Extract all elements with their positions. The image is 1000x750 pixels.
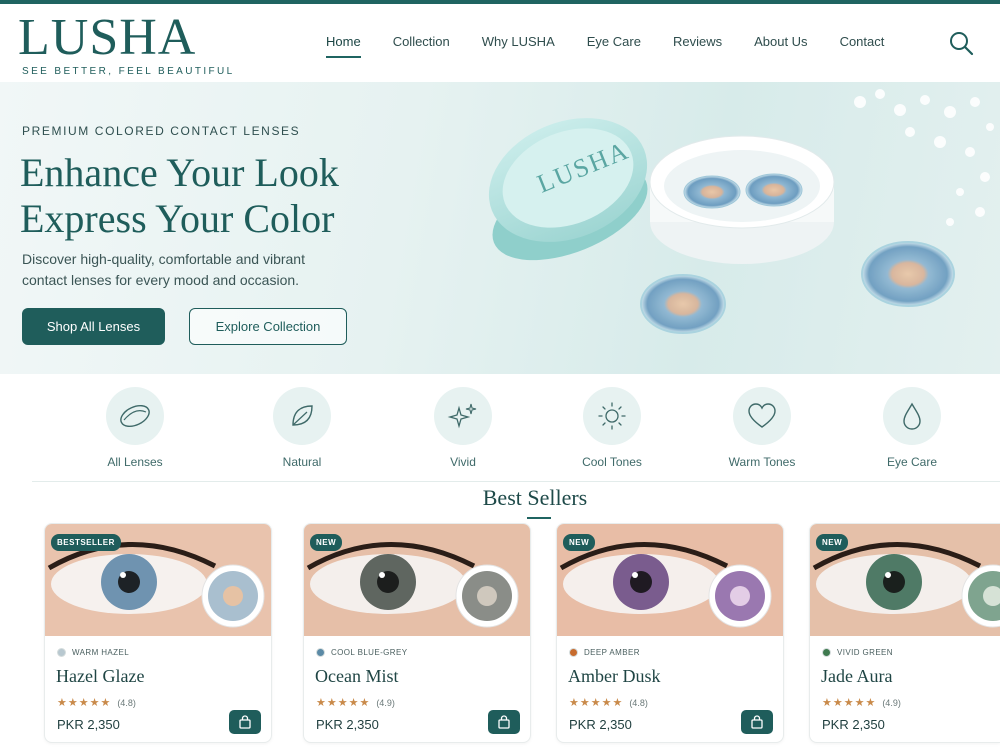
nav-collection[interactable]: Collection <box>377 4 466 82</box>
category-label: Eye Care <box>886 455 938 469</box>
leaf-icon <box>273 387 331 445</box>
explore-collection-button[interactable]: Explore Collection <box>189 308 347 345</box>
title-underline <box>527 517 551 519</box>
nav-reviews[interactable]: Reviews <box>657 4 738 82</box>
nav-about-us[interactable]: About Us <box>738 4 823 82</box>
category-all-lenses[interactable]: All Lenses <box>75 384 195 469</box>
category-label: All Lenses <box>107 455 163 469</box>
brand-name: LUSHA <box>18 9 197 66</box>
nav-eye-care[interactable]: Eye Care <box>571 4 657 82</box>
nav-home[interactable]: Home <box>310 4 377 82</box>
product-price: PKR 2,350 <box>316 717 379 732</box>
category-cool-tones[interactable]: Cool Tones <box>552 384 672 469</box>
product-card-hazel-glaze[interactable]: BESTSELLER WARM HAZEL Hazel Glaze ★★★★★ … <box>44 523 272 743</box>
hero-description: Discover high-quality, comfortable and v… <box>22 251 305 288</box>
color-swatch-row: WARM HAZEL <box>57 648 129 657</box>
search-icon[interactable] <box>948 30 974 56</box>
site-header: LUSHA SEE BETTER, FEEL BEAUTIFUL Home Co… <box>0 4 1000 82</box>
sparkle-icon <box>434 387 492 445</box>
product-name: Jade Aura <box>821 666 893 686</box>
category-vivid[interactable]: Vivid <box>403 384 523 469</box>
color-swatch <box>822 648 831 657</box>
product-price: PKR 2,350 <box>57 717 120 732</box>
category-label: Natural <box>282 455 322 469</box>
category-label: Vivid <box>450 455 476 469</box>
product-card-jade-aura[interactable]: NEW VIVID GREEN Jade Aura ★★★★★ (4.9) PK… <box>809 523 1000 743</box>
heart-icon <box>733 387 791 445</box>
color-swatch-row: COOL BLUE-GREY <box>316 648 407 657</box>
star-rating-icon: ★★★★★ <box>57 697 112 709</box>
nav-contact[interactable]: Contact <box>824 4 901 82</box>
color-label: DEEP AMBER <box>584 648 640 657</box>
rating-value: (4.9) <box>376 697 395 708</box>
add-to-cart-button[interactable] <box>229 710 261 734</box>
add-to-cart-button[interactable] <box>741 710 773 734</box>
product-card-ocean-mist[interactable]: NEW COOL BLUE-GREY Ocean Mist ★★★★★ (4.9… <box>303 523 531 743</box>
hero-title-line2: Express Your Color <box>20 196 335 241</box>
product-rating: ★★★★★ (4.9) <box>316 696 395 709</box>
status-badge: NEW <box>816 534 849 551</box>
color-label: WARM HAZEL <box>72 648 130 657</box>
rating-value: (4.9) <box>882 697 901 708</box>
status-badge: NEW <box>563 534 596 551</box>
color-swatch <box>316 648 325 657</box>
hero-title: Enhance Your Look Express Your Color <box>20 150 339 242</box>
nav-why-lusha[interactable]: Why LUSHA <box>466 4 571 82</box>
category-label: Warm Tones <box>728 455 796 469</box>
category-label: Cool Tones <box>582 455 642 469</box>
product-rating: ★★★★★ (4.8) <box>569 696 648 709</box>
hero-product-image: LUSHA <box>488 89 994 334</box>
sun-icon <box>583 387 641 445</box>
category-eye-care[interactable]: Eye Care <box>852 384 972 469</box>
shopping-bag-icon <box>239 715 251 729</box>
hero-title-line1: Enhance Your Look <box>20 150 339 195</box>
color-swatch <box>569 648 578 657</box>
product-card-amber-dusk[interactable]: NEW DEEP AMBER Amber Dusk ★★★★★ (4.8) PK… <box>556 523 784 743</box>
color-label: COOL BLUE-GREY <box>331 648 408 657</box>
brand-tagline: SEE BETTER, FEEL BEAUTIFUL <box>22 66 235 77</box>
rating-value: (4.8) <box>117 697 136 708</box>
shopping-bag-icon <box>751 715 763 729</box>
product-price: PKR 2,350 <box>822 717 885 732</box>
color-swatch-row: VIVID GREEN <box>822 648 893 657</box>
section-divider <box>32 481 1000 482</box>
status-badge: NEW <box>310 534 343 551</box>
star-rating-icon: ★★★★★ <box>822 697 877 709</box>
lens-icon <box>106 387 164 445</box>
brand-logo[interactable]: LUSHA SEE BETTER, FEEL BEAUTIFUL <box>18 9 235 78</box>
status-badge: BESTSELLER <box>51 534 121 551</box>
add-to-cart-button[interactable] <box>488 710 520 734</box>
main-nav: Home Collection Why LUSHA Eye Care Revie… <box>310 4 900 82</box>
category-row: All Lenses Natural Vivid Cool Tones Warm… <box>0 384 1000 474</box>
color-swatch <box>57 648 66 657</box>
star-rating-icon: ★★★★★ <box>316 697 371 709</box>
drop-icon <box>883 387 941 445</box>
hero-eyebrow: PREMIUM COLORED CONTACT LENSES <box>22 124 301 138</box>
product-name: Hazel Glaze <box>56 666 145 686</box>
shop-all-lenses-button[interactable]: Shop All Lenses <box>22 308 165 345</box>
product-price: PKR 2,350 <box>569 717 632 732</box>
hero-banner: PREMIUM COLORED CONTACT LENSES Enhance Y… <box>0 82 1000 374</box>
product-rating: ★★★★★ (4.9) <box>822 696 901 709</box>
product-name: Ocean Mist <box>315 666 399 686</box>
best-sellers-title: Best Sellers <box>482 485 588 510</box>
star-rating-icon: ★★★★★ <box>569 697 624 709</box>
product-name: Amber Dusk <box>568 666 661 686</box>
color-label: VIVID GREEN <box>837 648 893 657</box>
category-warm-tones[interactable]: Warm Tones <box>702 384 822 469</box>
color-swatch-row: DEEP AMBER <box>569 648 640 657</box>
category-natural[interactable]: Natural <box>242 384 362 469</box>
product-rating: ★★★★★ (4.8) <box>57 696 136 709</box>
shopping-bag-icon <box>498 715 510 729</box>
rating-value: (4.8) <box>629 697 648 708</box>
